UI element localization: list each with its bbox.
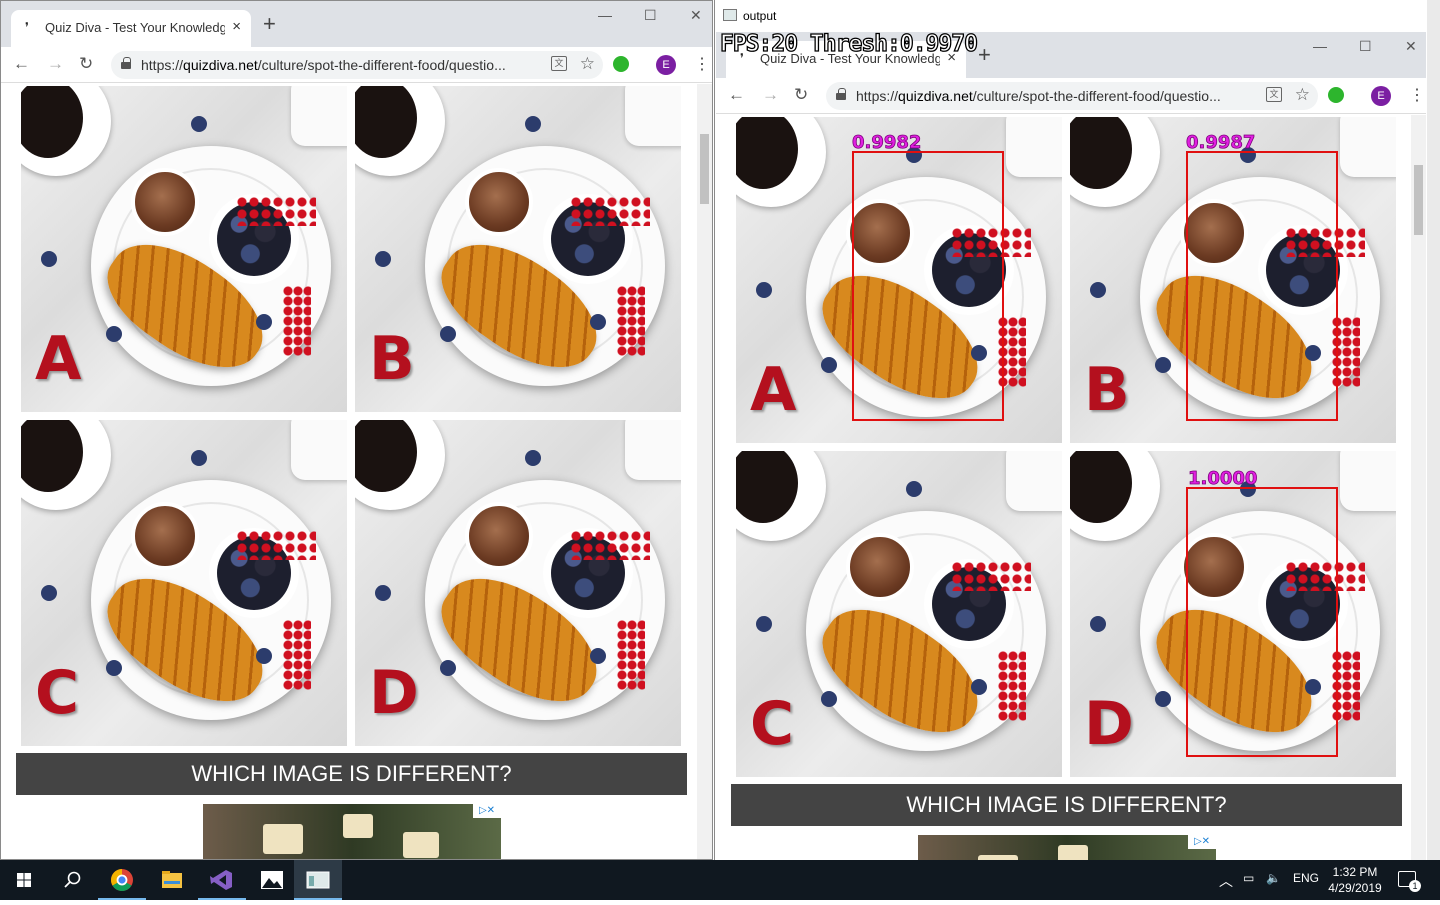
quiz-image-d[interactable]: D [355, 420, 681, 746]
search-icon[interactable] [48, 860, 96, 900]
menu-icon: ⋮ [1409, 87, 1425, 104]
address-bar: https://quizdiva.net/culture/spot-the-di… [826, 82, 1318, 110]
image-letter: C [750, 689, 795, 759]
translate-icon[interactable]: 文 [551, 56, 567, 71]
image-letter: D [1084, 689, 1134, 759]
notification-icon[interactable]: 1 [1398, 871, 1421, 892]
output-titlebar: output [715, 0, 1440, 32]
left-browser-window: ❜ Quiz Diva - Test Your Knowledge × + — … [0, 0, 713, 860]
advertisement: ▷✕ [918, 835, 1216, 860]
detection-score-d: 1.0000 [1188, 468, 1258, 490]
reload-icon[interactable]: ↻ [79, 54, 93, 74]
network-icon[interactable]: ▭ [1243, 871, 1254, 885]
adchoices-icon[interactable]: ▷✕ [473, 804, 501, 818]
quiz-image-b[interactable]: B [355, 86, 681, 412]
language-indicator[interactable]: ENG [1293, 871, 1319, 885]
translate-icon: 文 [1266, 87, 1282, 102]
detection-box-b [1186, 151, 1338, 421]
close-window-icon: ✕ [1405, 38, 1417, 54]
star-icon: ☆ [1294, 85, 1310, 104]
background-window-edge [1427, 0, 1440, 860]
adchoices-icon: ▷✕ [1188, 835, 1216, 849]
advertisement[interactable]: ▷✕ [203, 804, 501, 859]
question-banner: WHICH IMAGE IS DIFFERENT? [16, 753, 687, 795]
volume-icon[interactable]: 🔈 [1266, 871, 1281, 885]
clock-date: 4/29/2019 [1328, 881, 1382, 895]
extension-icon[interactable] [613, 56, 629, 72]
file-explorer-icon[interactable] [148, 860, 196, 900]
detection-score-a: 0.9982 [852, 132, 922, 154]
visual-studio-icon[interactable] [198, 860, 246, 900]
extension-icon [1328, 87, 1344, 103]
photos-icon[interactable] [248, 860, 296, 900]
profile-avatar[interactable]: E [656, 55, 676, 75]
output-window: output FPS:20 Thresh:0.9970 ❜ Quiz Diva … [714, 0, 1440, 860]
detection-box-a [852, 151, 1004, 421]
clock[interactable]: 1:32 PM 4/29/2019 [1322, 864, 1388, 896]
detection-box-d [1186, 487, 1338, 757]
page-scrollbar [1411, 115, 1426, 860]
image-letter: B [1084, 355, 1130, 425]
page-content: A B C D WHICH IMAGE IS DIFFERENT? ▷✕ [1, 84, 696, 859]
browser-toolbar: ← → ↻ https://quizdiva.net/culture/spot-… [716, 78, 1426, 114]
new-tab-button[interactable]: + [263, 13, 276, 35]
detection-score-b: 0.9987 [1186, 132, 1256, 154]
tab-close-icon[interactable]: × [232, 18, 241, 35]
quiz-image-c: C [736, 451, 1062, 777]
menu-icon[interactable]: ⋮ [694, 54, 710, 74]
image-letter: A [35, 324, 82, 394]
fps-threshold-overlay: FPS:20 Thresh:0.9970 [719, 30, 978, 57]
star-icon[interactable]: ☆ [580, 54, 595, 74]
lock-icon [836, 88, 846, 100]
page-content: A B C D 0.9982 0.9987 1.0000 WHICH IMAGE… [716, 115, 1410, 860]
forward-icon: → [762, 85, 779, 104]
chrome-icon[interactable] [98, 860, 146, 900]
url-text: https://quizdiva.net/culture/spot-the-di… [141, 57, 506, 73]
back-icon[interactable]: ← [13, 54, 30, 74]
image-letter: D [369, 658, 419, 728]
minimize-icon: — [1313, 38, 1327, 54]
lock-icon [121, 57, 131, 69]
maximize-icon[interactable]: ☐ [644, 7, 657, 24]
close-window-icon[interactable]: ✕ [690, 7, 702, 24]
output-window-icon[interactable] [294, 860, 342, 900]
url-text: https://quizdiva.net/culture/spot-the-di… [856, 88, 1221, 104]
chevron-up-icon[interactable]: ︿ [1219, 871, 1233, 891]
page-scrollbar[interactable] [697, 84, 712, 859]
quizdiva-favicon: ❜ [25, 20, 29, 34]
windows-taskbar: ︿ ▭ 🔈 ENG 1:32 PM 4/29/2019 1 [0, 860, 1440, 900]
clock-time: 1:32 PM [1332, 865, 1378, 879]
browser-tab[interactable]: ❜ Quiz Diva - Test Your Knowledge × [11, 10, 251, 47]
tab-strip: ❜ Quiz Diva - Test Your Knowledge × + — … [1, 1, 712, 47]
back-icon: ← [728, 85, 745, 104]
output-window-icon [723, 9, 737, 21]
quiz-image-a[interactable]: A [21, 86, 347, 412]
question-banner: WHICH IMAGE IS DIFFERENT? [731, 784, 1402, 826]
quiz-image-c[interactable]: C [21, 420, 347, 746]
new-tab-button: + [978, 42, 991, 67]
notification-count: 1 [1409, 880, 1421, 892]
image-letter: C [35, 658, 80, 728]
address-bar[interactable]: https://quizdiva.net/culture/spot-the-di… [111, 51, 603, 79]
maximize-icon: ☐ [1359, 38, 1372, 54]
tab-title: Quiz Diva - Test Your Knowledge [45, 20, 225, 35]
image-letter: A [750, 355, 797, 425]
minimize-icon[interactable]: — [598, 7, 612, 23]
image-letter: B [369, 324, 415, 394]
browser-toolbar: ← → ↻ https://quizdiva.net/culture/spot-… [1, 47, 712, 83]
output-title: output [743, 9, 777, 23]
windows-start-icon[interactable] [0, 860, 48, 900]
profile-avatar: E [1371, 86, 1391, 106]
forward-icon[interactable]: → [47, 54, 64, 74]
output-frame: ❜ Quiz Diva - Test Your Knowledge × + — … [716, 32, 1426, 860]
reload-icon: ↻ [794, 85, 809, 104]
